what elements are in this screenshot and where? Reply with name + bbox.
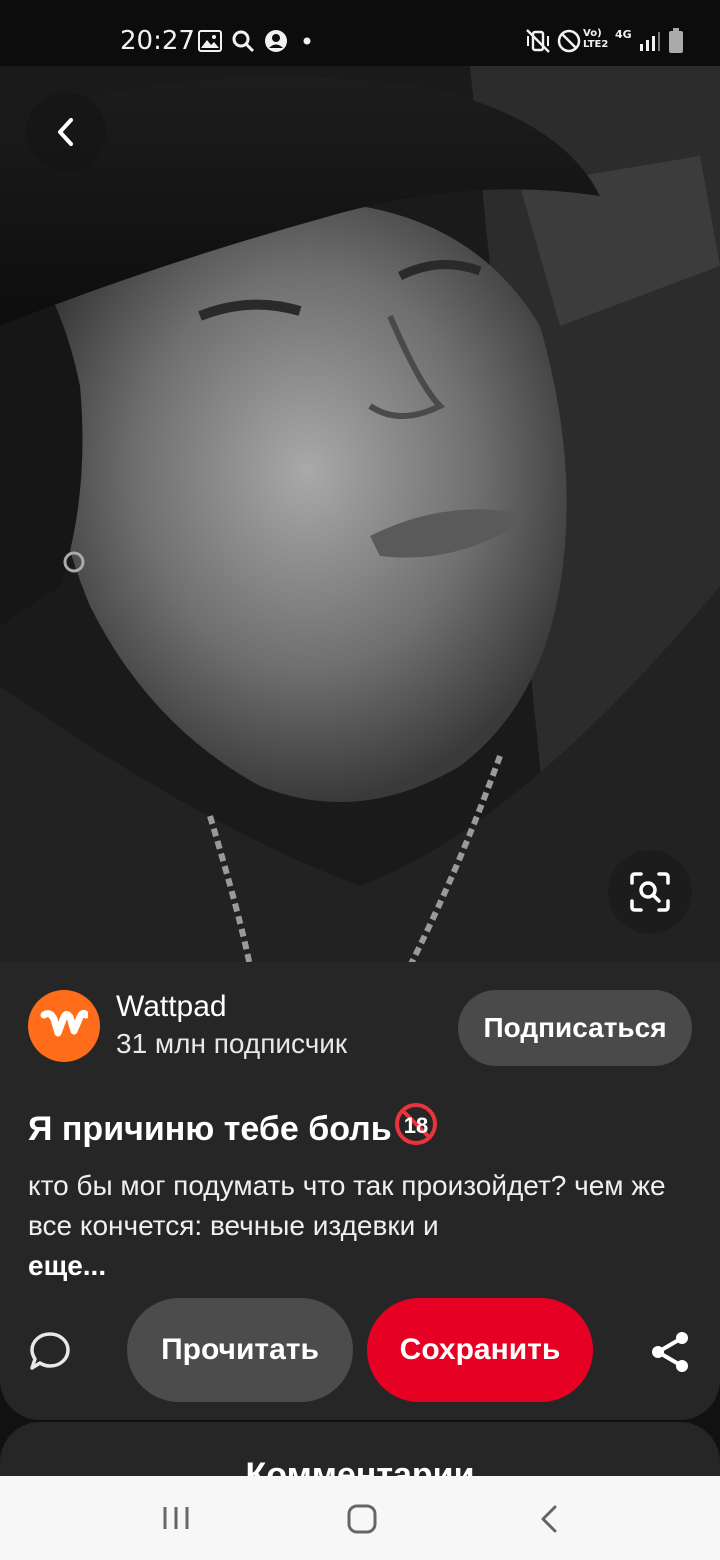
dot-icon xyxy=(303,37,311,45)
back-icon[interactable] xyxy=(538,1504,560,1534)
age-badge-text: 18 xyxy=(403,1113,427,1138)
share-icon[interactable] xyxy=(648,1330,692,1374)
system-nav-bar xyxy=(0,1476,720,1560)
gallery-icon xyxy=(198,30,222,52)
battery-icon xyxy=(669,28,683,53)
status-bar: 20:27 Vo) LTE2 4G xyxy=(0,0,720,66)
status-time: 20:27 xyxy=(120,26,195,56)
back-button[interactable] xyxy=(26,92,106,172)
creator-followers: 31 млн подписчик xyxy=(116,1028,348,1059)
creator-name[interactable]: Wattpad xyxy=(116,990,227,1024)
portrait-image xyxy=(0,66,720,966)
search-icon xyxy=(232,30,255,53)
recent-apps-icon[interactable] xyxy=(160,1504,192,1532)
comment-icon[interactable] xyxy=(28,1330,72,1374)
pin-title-text: Я причиню тебе боль xyxy=(28,1110,392,1148)
pin-image[interactable] xyxy=(0,66,720,966)
pin-details-card: Wattpad 31 млн подписчик Подписаться Я п… xyxy=(0,962,720,1420)
age-restriction-icon: 18 xyxy=(394,1102,438,1155)
more-link[interactable]: еще... xyxy=(28,1246,106,1286)
volte-icon: Vo) LTE2 xyxy=(583,28,609,50)
save-button[interactable]: Сохранить xyxy=(367,1298,593,1402)
wattpad-logo-icon xyxy=(40,1009,88,1037)
visual-search-button[interactable] xyxy=(608,850,692,934)
pin-description: кто бы мог подумать что так произойдет? … xyxy=(28,1170,666,1241)
follow-button[interactable]: Подписаться xyxy=(458,990,692,1066)
visual-search-icon xyxy=(630,872,670,912)
pin-title: Я причиню тебе боль 18 xyxy=(28,1102,438,1155)
4g-icon: 4G xyxy=(615,28,632,41)
read-button[interactable]: Прочитать xyxy=(127,1298,353,1402)
chevron-left-icon xyxy=(58,118,73,146)
signal-icon xyxy=(640,32,660,51)
creator-avatar[interactable] xyxy=(28,990,100,1062)
do-not-disturb-icon xyxy=(557,29,581,53)
account-icon xyxy=(265,30,287,52)
mute-vibrate-icon xyxy=(526,29,550,53)
home-icon[interactable] xyxy=(347,1504,377,1534)
